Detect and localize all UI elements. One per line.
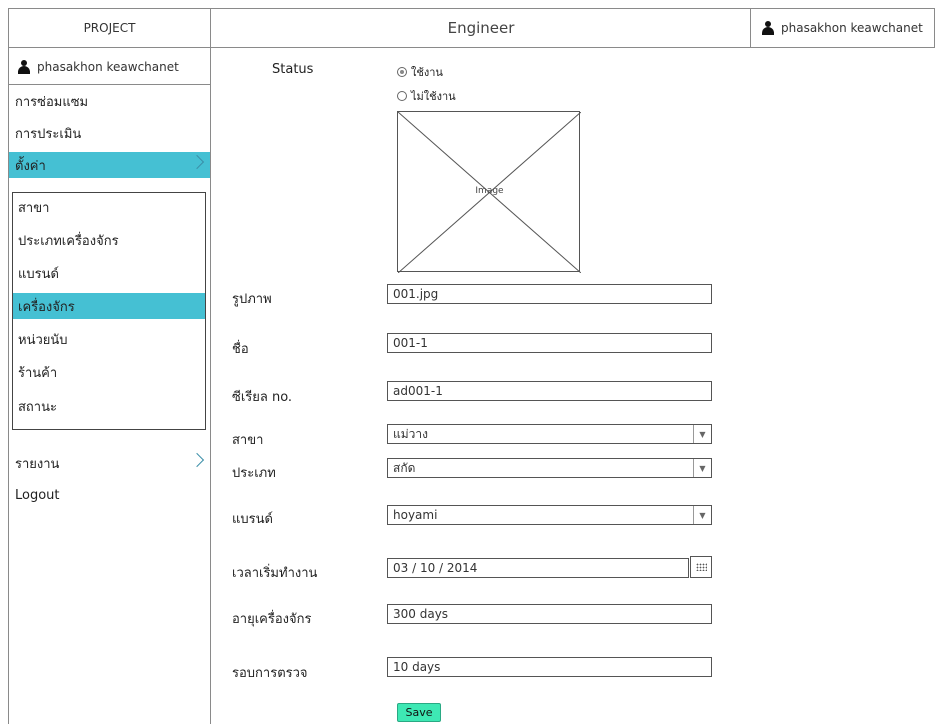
start-date-label: เวลาเริ่มทำงาน [232,566,318,581]
field-value: 300 days [393,607,449,621]
image-filename-field[interactable]: 001.jpg [387,284,712,304]
image-preview: Image [397,111,581,273]
save-button[interactable]: Save [397,703,441,722]
name-label: ชื่อ [232,342,249,357]
type-select[interactable]: สกัด ▼ [387,458,712,478]
chevron-down-icon: ▼ [693,459,711,477]
branch-select[interactable]: แม่วาง ▼ [387,424,712,444]
radio-label: ไม่ใช้งาน [411,90,456,103]
chevron-right-icon [189,154,205,170]
top-user-name: phasakhon keawchanet [781,21,923,35]
brand-title: PROJECT [8,8,211,48]
inspection-cycle-field[interactable]: 10 days [387,657,712,677]
sidebar-item-label: รายงาน [15,456,60,472]
name-field[interactable]: 001-1 [387,333,712,353]
submenu-item-label: เครื่องจักร [18,299,75,315]
field-value: 001.jpg [393,287,439,301]
sidebar-item-label: ตั้งค่า [15,158,46,174]
user-icon [17,59,31,74]
field-value: ad001-1 [393,384,443,398]
field-value: 10 days [393,660,441,674]
serial-field[interactable]: ad001-1 [387,381,712,401]
submenu-item-status[interactable]: สถานะ [13,393,205,419]
submenu-item-label: ประเภทเครื่องจักร [18,233,119,249]
submenu-item-label: หน่วยนับ [18,332,68,348]
chevron-down-icon: ▼ [693,506,711,524]
sidebar-item-label: การซ่อมแซม [15,94,89,110]
chevron-right-icon [189,452,205,468]
brand-label: แบรนด์ [232,512,273,527]
radio-icon [397,91,407,101]
submenu-item-machine-type[interactable]: ประเภทเครื่องจักร [13,227,205,253]
sidebar-user-name: phasakhon keawchanet [37,59,179,74]
sidebar-item-label: การประเมิน [15,126,82,142]
image-placeholder-label: Image [475,186,504,196]
calendar-icon [696,563,707,571]
image-label: รูปภาพ [232,292,272,307]
machine-age-field[interactable]: 300 days [387,604,712,624]
status-option-inactive[interactable]: ไม่ใช้งาน [397,87,456,105]
status-label: Status [272,62,314,77]
field-value: hoyami [393,508,438,522]
submenu-item-label: สถานะ [18,399,57,415]
top-user-menu[interactable]: phasakhon keawchanet [750,8,935,48]
inspection-cycle-label: รอบการตรวจ [232,666,308,681]
sidebar-item-logout[interactable]: Logout [9,482,210,508]
submenu-item-machine[interactable]: เครื่องจักร [13,293,205,319]
field-value: 03 / 10 / 2014 [393,561,478,575]
start-date-field[interactable]: 03 / 10 / 2014 [387,558,689,578]
calendar-button[interactable] [690,556,712,578]
sidebar-item-label: Logout [15,487,60,503]
chevron-down-icon: ▼ [693,425,711,443]
radio-icon [397,67,407,77]
submenu-item-unit[interactable]: หน่วยนับ [13,326,205,352]
sidebar-item-report[interactable]: รายงาน [9,450,210,476]
submenu-item-label: แบรนด์ [18,266,59,282]
sidebar-user: phasakhon keawchanet [9,49,210,85]
brand-select[interactable]: hoyami ▼ [387,505,712,525]
field-value: 001-1 [393,336,428,350]
field-value: สกัด [393,460,416,475]
radio-label: ใช้งาน [411,66,443,79]
sidebar-item-evaluation[interactable]: การประเมิน [9,120,210,146]
serial-label: ซีเรียล no. [232,390,293,405]
submenu-item-label: สาขา [18,200,50,216]
submenu-item-shop[interactable]: ร้านค้า [13,359,205,385]
machine-age-label: อายุเครื่องจักร [232,612,312,627]
sidebar-item-settings[interactable]: ตั้งค่า [9,152,210,178]
submenu-item-label: ร้านค้า [18,365,58,381]
sidebar-item-repair[interactable]: การซ่อมแซม [9,88,210,114]
branch-label: สาขา [232,433,264,448]
page-title: Engineer [447,19,515,37]
submenu-item-branch[interactable]: สาขา [13,194,205,220]
field-value: แม่วาง [393,426,428,441]
type-label: ประเภท [232,466,276,481]
user-icon [761,21,775,35]
submenu-item-brand[interactable]: แบรนด์ [13,260,205,286]
status-option-active[interactable]: ใช้งาน [397,63,443,81]
